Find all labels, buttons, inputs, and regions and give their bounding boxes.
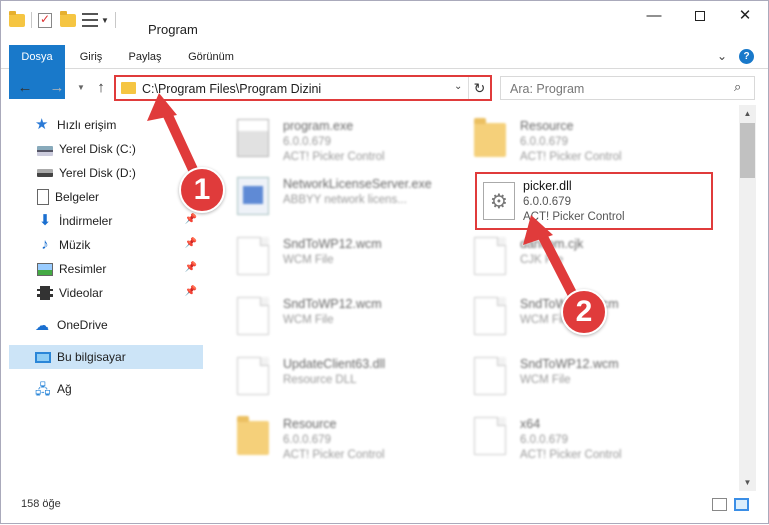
- annotation-badge-1: 1: [179, 167, 225, 213]
- explorer-window: ▼ Program — ✕ Dosya Giriş Paylaş Görünüm…: [0, 0, 769, 524]
- annotation-badge-2: 2: [561, 289, 607, 335]
- annotation-overlay: [147, 93, 584, 312]
